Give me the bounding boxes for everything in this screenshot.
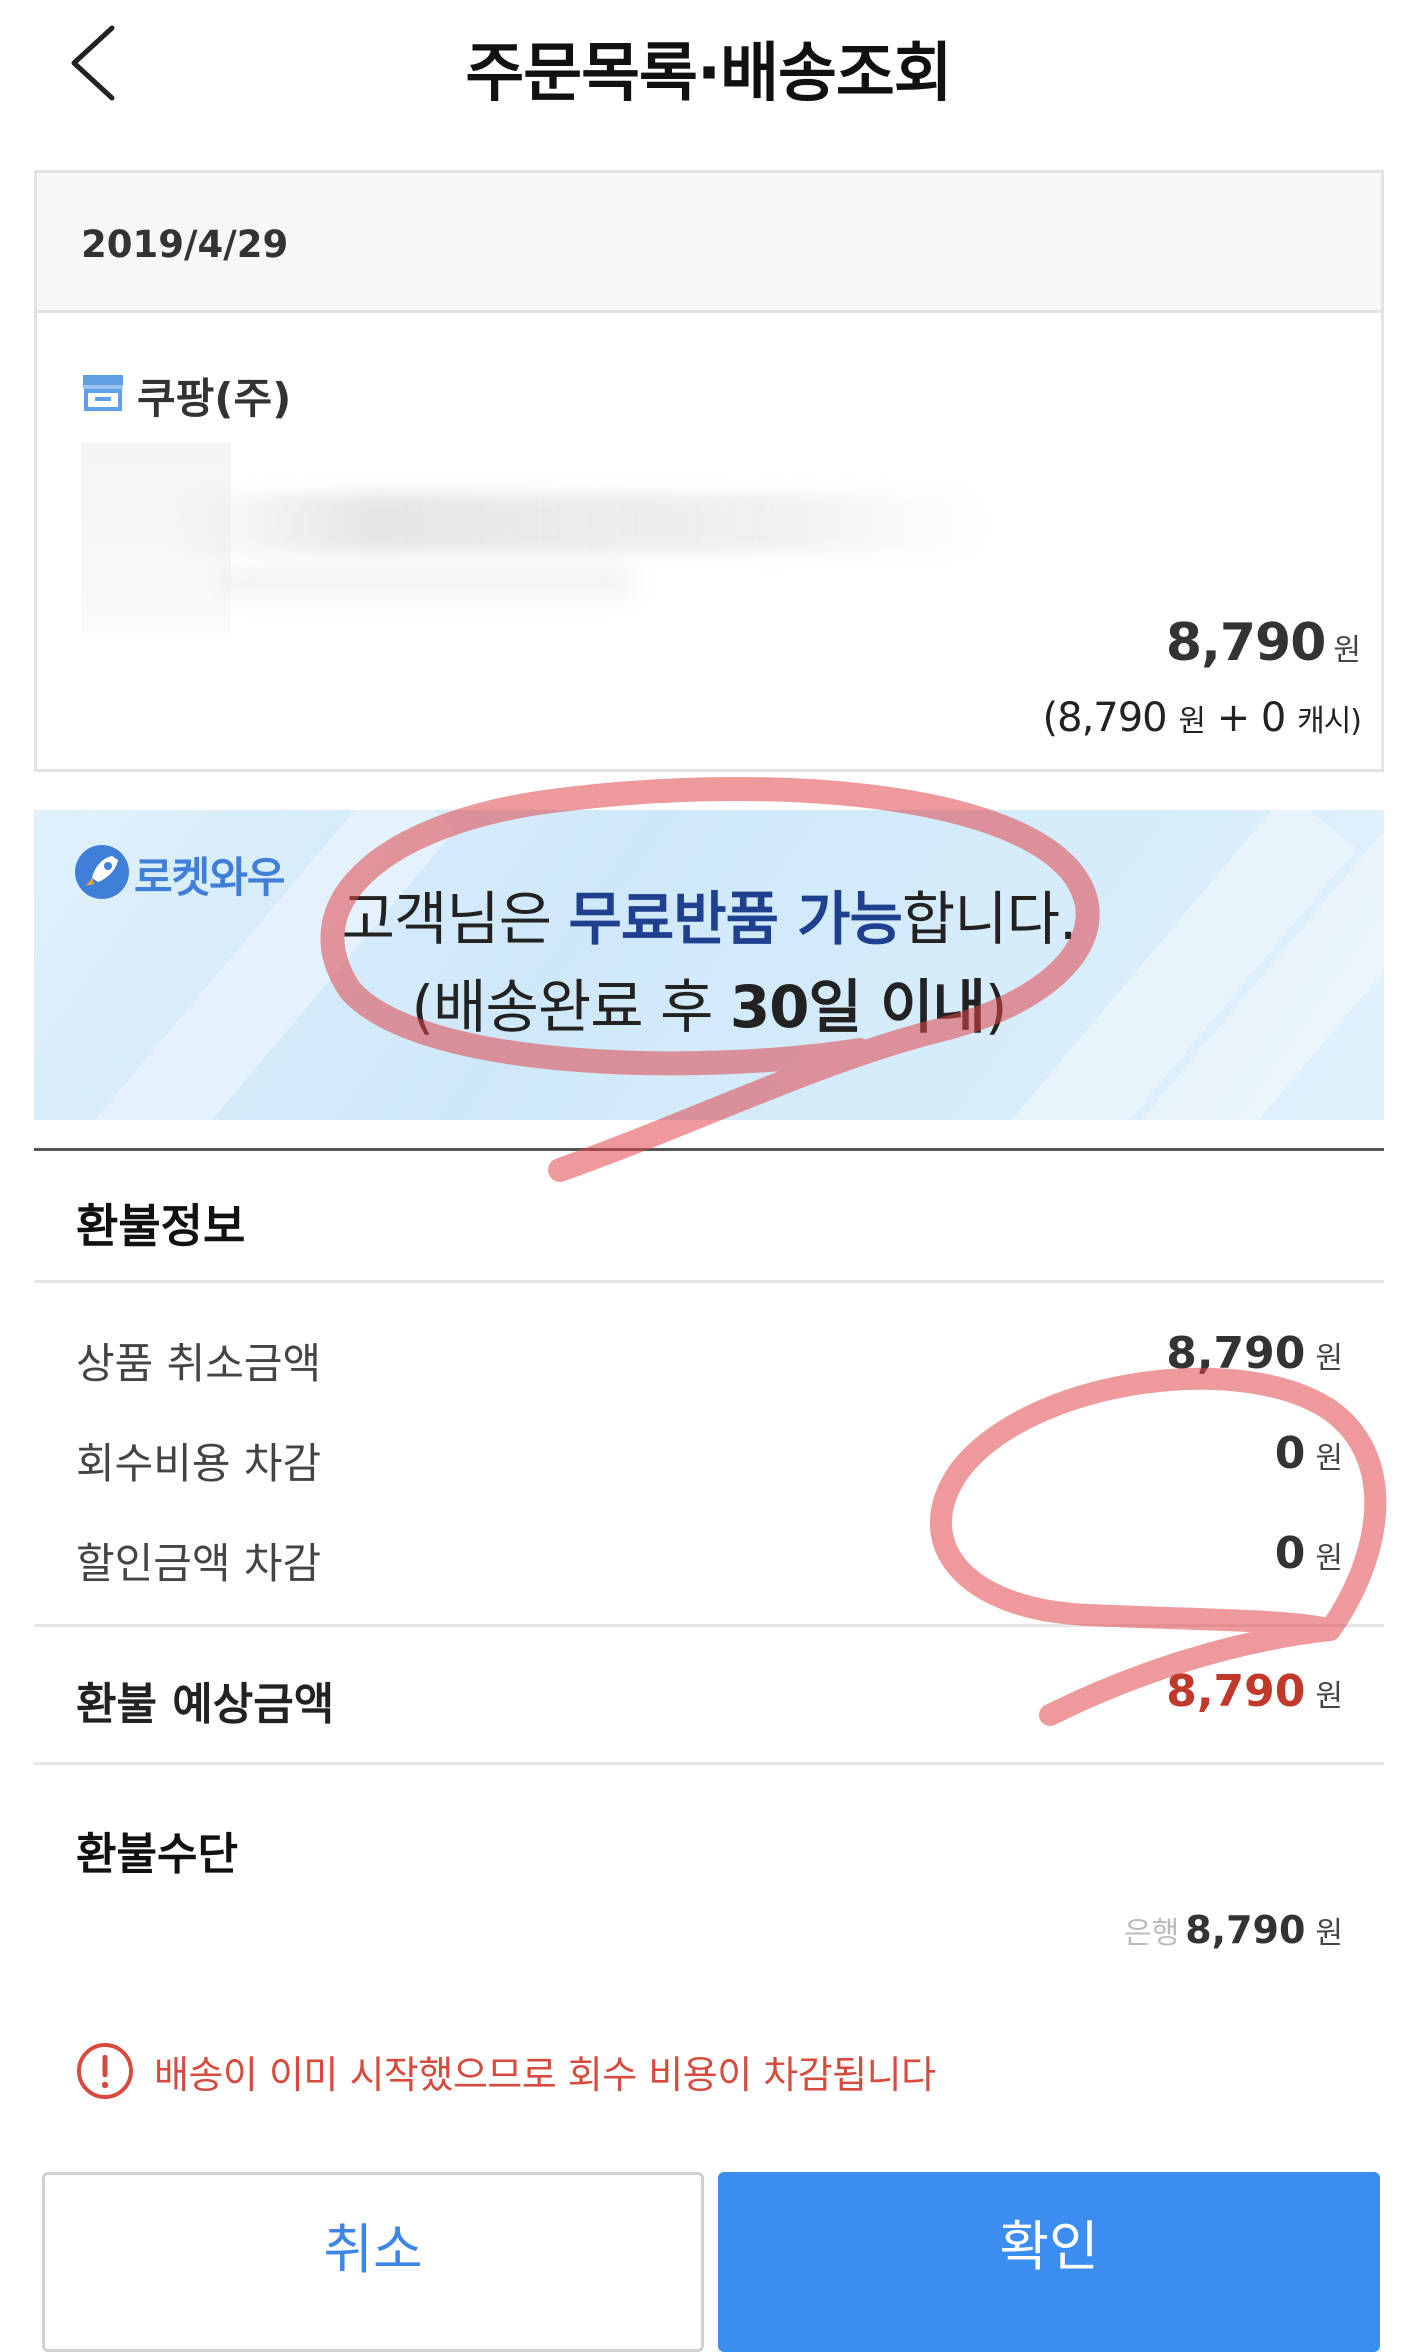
cancel-amount-number: 8,790 bbox=[1166, 1328, 1306, 1379]
return-fee-value: 0원 bbox=[1275, 1428, 1343, 1479]
return-period-pre: (배송완료 후 bbox=[411, 973, 730, 1041]
refund-method-title: 환불수단 bbox=[76, 1829, 238, 1880]
cancel-amount-value: 8,790 원 bbox=[1166, 1328, 1343, 1379]
refund-method-number: 8,790 bbox=[1185, 1908, 1306, 1952]
return-fee-warning: 배송이 이미 시작했으므로 회수 비용이 차감됩니다 bbox=[154, 2053, 936, 2097]
expected-refund-label: 환불 예상금액 bbox=[76, 1679, 335, 1730]
discount-deduction-number: 0 bbox=[1274, 1528, 1306, 1579]
free-return-post: 합니다. bbox=[901, 885, 1078, 953]
warning-icon bbox=[77, 2043, 133, 2099]
product-name-redacted bbox=[167, 493, 987, 553]
breakdown-cash-unit: 캐시) bbox=[1297, 704, 1362, 739]
order-price-value: 8,790 bbox=[1165, 613, 1326, 673]
order-price-unit: 원 bbox=[1333, 633, 1361, 668]
refund-info-title: 환불정보 bbox=[76, 1199, 246, 1253]
price-breakdown: (8,790 원 + 0 캐시) bbox=[1042, 695, 1362, 741]
order-date-bar: 2019/4/29 bbox=[37, 173, 1381, 313]
return-period-days: 30일 이내 bbox=[729, 973, 986, 1041]
breakdown-won-unit: 원 bbox=[1178, 704, 1206, 739]
refund-method-value: 은행 8,790 원 bbox=[1124, 1908, 1343, 1952]
free-return-banner: 로켓와우 고객님은 무료반품 가능합니다. (배송완료 후 30일 이내) bbox=[34, 810, 1384, 1120]
product-option-redacted bbox=[217, 568, 637, 598]
divider bbox=[34, 1280, 1384, 1283]
cancel-amount-label: 상품 취소금액 bbox=[76, 1339, 322, 1388]
free-return-pre: 고객님은 bbox=[341, 885, 569, 953]
return-fee-unit: 원 bbox=[1315, 1441, 1343, 1476]
page-title: 주문목록·배송조회 bbox=[465, 37, 952, 111]
return-fee-label: 회수비용 차감 bbox=[76, 1439, 322, 1488]
expected-refund-value: 8,790 원 bbox=[1166, 1666, 1343, 1717]
breakdown-amount: (8,790 bbox=[1042, 695, 1168, 741]
order-card[interactable]: 2019/4/29 쿠팡(주) 8,790 원 (8,790 원 + 0 캐시) bbox=[34, 170, 1384, 772]
breakdown-cash: + 0 bbox=[1216, 695, 1287, 741]
cancel-amount-unit: 원 bbox=[1315, 1341, 1343, 1376]
divider bbox=[34, 1762, 1384, 1765]
seller-name: 쿠팡(주) bbox=[137, 374, 292, 423]
return-period-message: (배송완료 후 30일 이내) bbox=[34, 960, 1384, 1044]
refund-method-bank: 은행 bbox=[1123, 1916, 1180, 1951]
discount-deduction-label: 할인금액 차감 bbox=[76, 1539, 322, 1588]
return-fee-number: 0 bbox=[1274, 1428, 1306, 1479]
expected-refund-unit: 원 bbox=[1315, 1679, 1343, 1714]
order-price: 8,790 원 bbox=[1166, 613, 1361, 673]
divider bbox=[34, 1624, 1384, 1627]
order-date: 2019/4/29 bbox=[81, 223, 289, 266]
expected-refund-number: 8,790 bbox=[1166, 1666, 1306, 1717]
free-return-message: 고객님은 무료반품 가능합니다. bbox=[34, 872, 1384, 956]
confirm-button[interactable]: 확인 bbox=[718, 2172, 1380, 2352]
return-period-post: ) bbox=[984, 973, 1008, 1041]
discount-deduction-unit: 원 bbox=[1315, 1541, 1343, 1576]
discount-deduction-value: 0원 bbox=[1275, 1528, 1343, 1579]
free-return-highlight: 무료반품 가능 bbox=[568, 885, 903, 953]
section-divider bbox=[34, 1148, 1384, 1151]
cancel-button[interactable]: 취소 bbox=[42, 2172, 704, 2352]
refund-method-unit: 원 bbox=[1315, 1916, 1343, 1951]
store-icon bbox=[83, 375, 123, 411]
